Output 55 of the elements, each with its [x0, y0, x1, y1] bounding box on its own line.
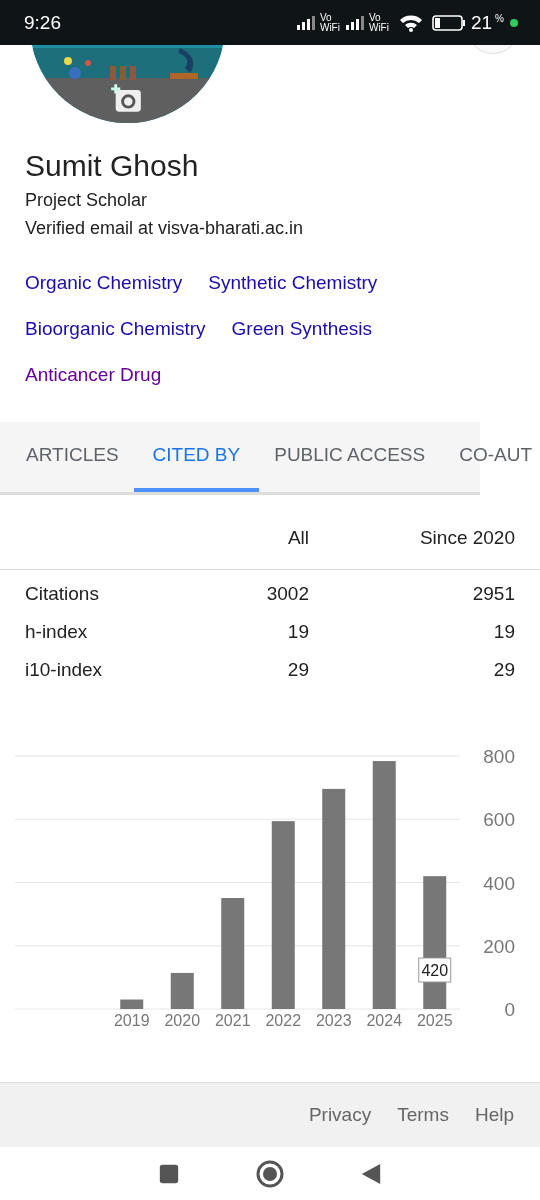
- interest-link[interactable]: Organic Chemistry: [25, 260, 183, 306]
- profile-name: Sumit Ghosh: [25, 148, 200, 184]
- column-header: All: [286, 526, 309, 550]
- battery-percent: 21: [470, 11, 493, 34]
- table-cell-text: 2951: [471, 582, 515, 606]
- footer-link[interactable]: Privacy: [308, 1104, 372, 1126]
- table-cell-text: 19: [286, 620, 309, 644]
- column-header: Since 2020: [418, 526, 515, 550]
- percent-sign: %: [495, 12, 504, 24]
- recents-icon[interactable]: [158, 1162, 180, 1185]
- tab[interactable]: ARTICLES: [26, 422, 119, 492]
- tab[interactable]: CITED BY: [133, 422, 260, 492]
- interest-link[interactable]: Green Synthesis: [231, 306, 373, 352]
- axis-tick-label: 2025: [416, 1012, 453, 1029]
- row-label: i10-index: [25, 658, 104, 682]
- tab[interactable]: PUBLIC ACCESS: [274, 422, 426, 492]
- axis-tick-label: 2019: [113, 1012, 150, 1029]
- verified-email: Verified email at visva-bharati.ac.in: [25, 217, 305, 240]
- axis-tick-label: 800: [483, 746, 515, 767]
- axis-tick-label: 2021: [214, 1012, 251, 1029]
- tab[interactable]: CO-AUT: [459, 422, 533, 492]
- footer-link[interactable]: Help: [474, 1104, 514, 1126]
- clock-time: 9:26: [24, 11, 61, 34]
- axis-tick-label: 400: [483, 872, 515, 894]
- interest-link[interactable]: Bioorganic Chemistry: [25, 306, 206, 352]
- table-cell-text: 29: [492, 658, 515, 682]
- affiliation: Project Scholar: [25, 189, 149, 212]
- axis-tick-label: 600: [483, 809, 515, 831]
- table-cell-text: 3002: [265, 582, 309, 606]
- value-tooltip: 420: [418, 957, 452, 983]
- signal-icon: [296, 15, 317, 30]
- interest-link[interactable]: Synthetic Chemistry: [208, 260, 378, 306]
- vowifi-label: Vo WiFi: [319, 12, 340, 33]
- interest-link[interactable]: Anticancer Drug: [25, 352, 162, 398]
- battery-icon: [431, 14, 466, 31]
- vowifi-label: Vo WiFi: [368, 12, 389, 33]
- axis-tick-label: 0: [504, 999, 515, 1020]
- footer-link[interactable]: Terms: [397, 1104, 449, 1126]
- axis-tick-label: 2022: [265, 1012, 302, 1029]
- status-dot: [510, 18, 518, 27]
- row-label: h-index: [25, 620, 89, 644]
- axis-tick-label: 200: [483, 935, 515, 957]
- signal-icon: [345, 15, 366, 30]
- bar[interactable]: [170, 972, 194, 1009]
- add-photo-icon[interactable]: [110, 83, 142, 113]
- axis-tick-label: 2020: [164, 1012, 201, 1029]
- axis-tick-label: 2024: [366, 1012, 403, 1029]
- table-cell-text: 19: [492, 620, 515, 644]
- home-icon[interactable]: [256, 1159, 284, 1188]
- axis-tick-label: 2023: [315, 1012, 352, 1029]
- back-icon[interactable]: [360, 1162, 382, 1185]
- annotation: 420: [421, 962, 449, 979]
- table-cell-text: 29: [286, 658, 309, 682]
- row-label: Citations: [25, 582, 100, 606]
- wifi-icon: [398, 13, 423, 32]
